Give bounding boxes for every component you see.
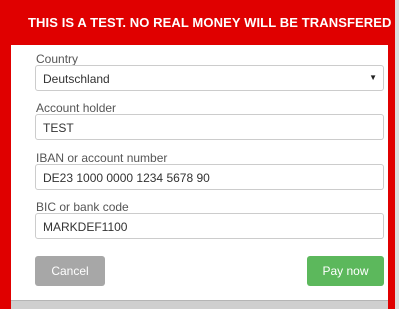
test-warning-text: THIS IS A TEST. NO REAL MONEY WILL BE TR… xyxy=(28,15,392,30)
account-holder-input[interactable]: TEST xyxy=(35,114,384,140)
right-red-border xyxy=(388,0,395,309)
chevron-down-icon: ▼ xyxy=(369,73,377,82)
bottom-shadow xyxy=(11,301,388,309)
iban-value: DE23 1000 0000 1234 5678 90 xyxy=(43,171,210,185)
country-value: Deutschland xyxy=(43,72,110,86)
bic-input[interactable]: MARKDEF1100 xyxy=(35,213,384,239)
country-label: Country xyxy=(36,52,79,66)
account-holder-value: TEST xyxy=(43,121,74,135)
test-warning-banner: THIS IS A TEST. NO REAL MONEY WILL BE TR… xyxy=(0,0,395,45)
right-shadow xyxy=(395,0,399,309)
account-holder-label: Account holder xyxy=(36,101,117,115)
left-red-border xyxy=(0,0,11,309)
country-select[interactable]: Deutschland ▼ xyxy=(35,65,384,91)
bic-label: BIC or bank code xyxy=(36,200,129,214)
bic-value: MARKDEF1100 xyxy=(43,220,128,234)
iban-label: IBAN or account number xyxy=(36,151,168,165)
iban-input[interactable]: DE23 1000 0000 1234 5678 90 xyxy=(35,164,384,190)
cancel-button[interactable]: Cancel xyxy=(35,256,105,286)
pay-now-button[interactable]: Pay now xyxy=(307,256,384,286)
